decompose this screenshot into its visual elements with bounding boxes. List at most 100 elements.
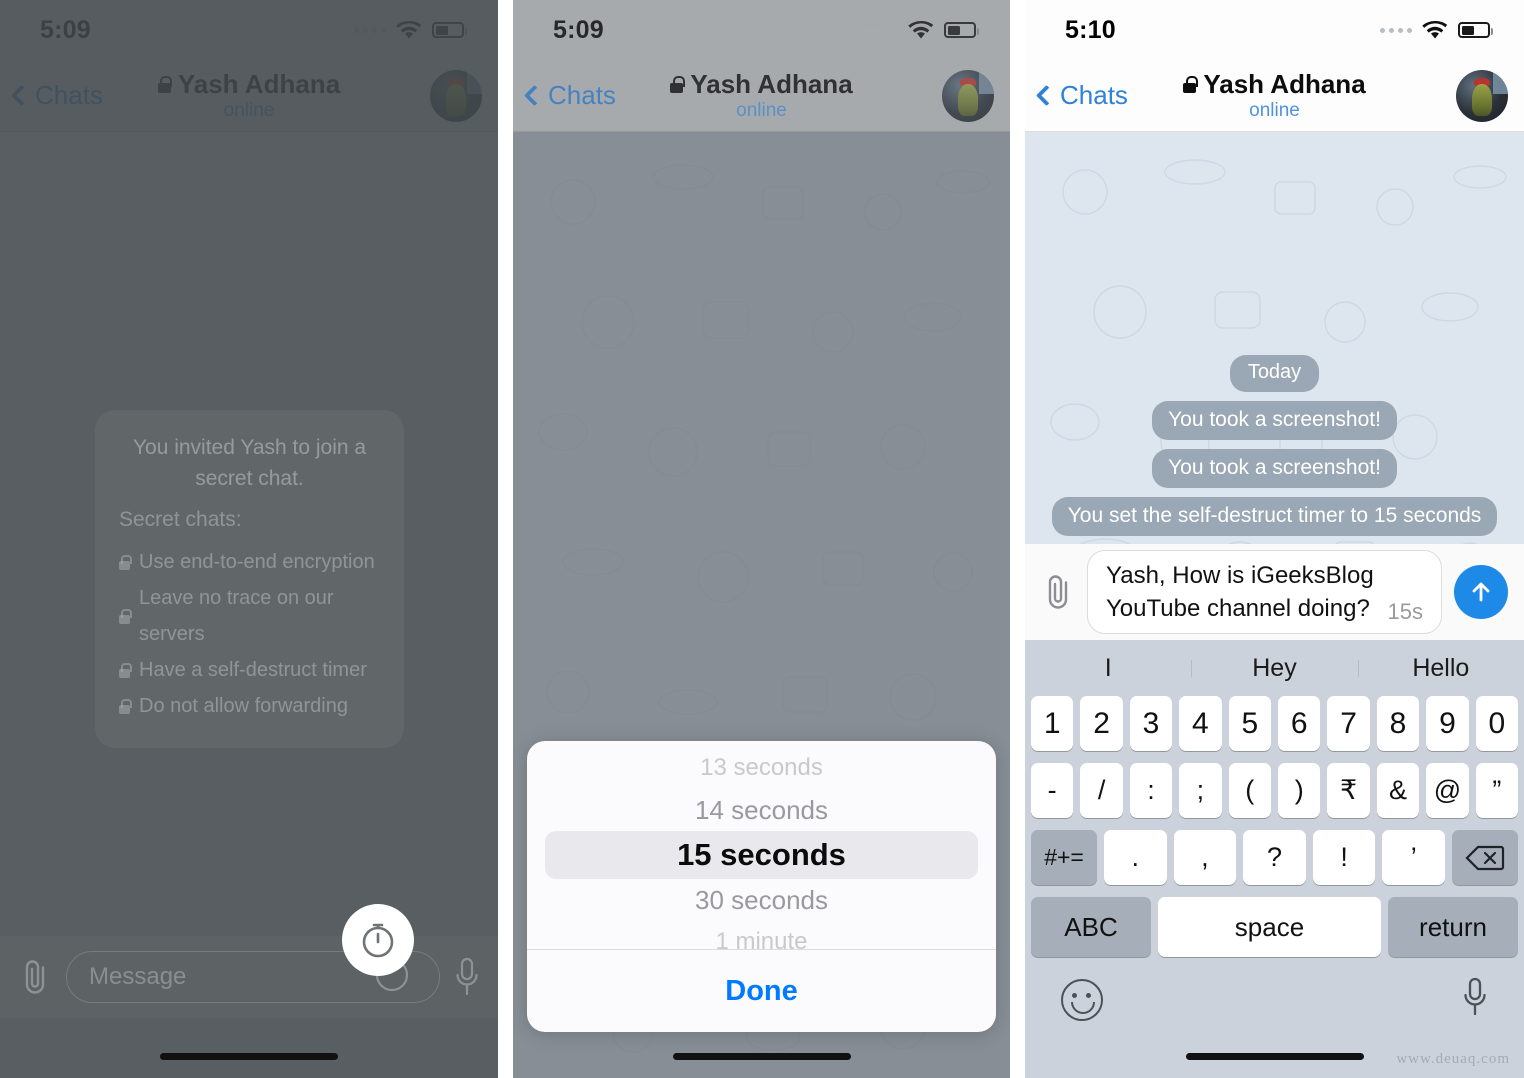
key-abc[interactable]: ABC	[1031, 897, 1151, 957]
key-question[interactable]: ?	[1243, 830, 1306, 885]
self-destruct-timer-picker[interactable]: 13 seconds 14 seconds 15 seconds 30 seco…	[527, 741, 996, 1032]
key-3[interactable]: 3	[1129, 696, 1173, 751]
key-comma[interactable]: ,	[1173, 830, 1237, 885]
status-indicators	[1380, 20, 1493, 40]
status-bar: 5:10	[1025, 0, 1524, 60]
message-composer: Message	[0, 904, 498, 1018]
emoji-smiley-icon[interactable]	[1061, 978, 1103, 1021]
status-time: 5:10	[1065, 15, 1116, 44]
self-destruct-timer-button[interactable]	[342, 904, 414, 976]
lock-icon	[1183, 75, 1198, 93]
key-rupee[interactable]: ₹	[1327, 763, 1370, 818]
panel-chat-with-keyboard: 5:10 Chats Yash Adhana online Today You …	[1025, 0, 1524, 1078]
service-message: You took a screenshot!	[1152, 449, 1397, 488]
panel-timer-picker: 5:09 Chats Yash Adhana online 13 seconds…	[513, 0, 1010, 1078]
secret-chat-info-card: You invited Yash to join a secret chat. …	[95, 410, 404, 748]
key-9[interactable]: 9	[1426, 696, 1469, 751]
home-indicator	[160, 1053, 338, 1060]
paperclip-icon[interactable]	[18, 958, 52, 996]
key-8[interactable]: 8	[1376, 696, 1420, 751]
key-hyphen[interactable]: -	[1030, 763, 1074, 818]
lock-icon	[119, 608, 132, 624]
keyboard-row-symbols: - / : ; ( ) ₹ & @ ”	[1025, 763, 1524, 818]
lock-icon	[119, 662, 132, 678]
on-screen-keyboard: I Hey Hello 1 2 3 4 5 6 7 8 9 0 - / : ;	[1025, 640, 1524, 1078]
picker-option-selected[interactable]: 15 seconds	[545, 831, 978, 879]
wifi-icon	[1422, 20, 1448, 40]
picker-wheel[interactable]: 13 seconds 14 seconds 15 seconds 30 seco…	[527, 741, 996, 949]
nav-bar: Chats Yash Adhana online	[1025, 60, 1524, 132]
back-to-chats-button[interactable]: Chats	[1035, 80, 1128, 111]
secret-feature-label: Leave no trace on our servers	[139, 587, 334, 645]
keyboard-row-bottom: ABC space return	[1025, 897, 1524, 957]
date-separator: Today	[1229, 355, 1320, 392]
key-at[interactable]: @	[1426, 763, 1469, 818]
key-5[interactable]: 5	[1228, 696, 1271, 751]
secret-feature-item: Have a self-destruct timer	[119, 652, 380, 688]
message-input[interactable]: Yash, How is iGeeksBlog YouTube channel …	[1087, 550, 1442, 634]
self-destruct-timer-badge[interactable]: 15s	[1388, 599, 1423, 625]
backspace-icon[interactable]	[1451, 830, 1518, 885]
keyboard-row-numbers: 1 2 3 4 5 6 7 8 9 0	[1025, 696, 1524, 751]
key-6[interactable]: 6	[1278, 696, 1321, 751]
avatar[interactable]	[1456, 69, 1508, 122]
chevron-left-icon	[1035, 84, 1058, 107]
keyboard-row-punctuation: #+= . , ? ! ’	[1025, 830, 1524, 885]
key-paren-open[interactable]: (	[1228, 763, 1271, 818]
paperclip-icon[interactable]	[1041, 573, 1075, 611]
secret-card-subheading: Secret chats:	[119, 508, 242, 531]
suggestion-bar: I Hey Hello	[1025, 640, 1524, 696]
secret-card-heading: You invited Yash to join a secret chat.	[132, 436, 367, 490]
battery-icon	[1458, 22, 1493, 38]
message-input-value: Yash, How is iGeeksBlog YouTube channel …	[1106, 559, 1378, 625]
key-2[interactable]: 2	[1080, 696, 1123, 751]
key-7[interactable]: 7	[1327, 696, 1370, 751]
keyboard-bottom-bar	[1025, 957, 1524, 1022]
message-list: Today You took a screenshot! You took a …	[1025, 132, 1524, 544]
secret-feature-item: Use end-to-end encryption	[119, 544, 380, 580]
home-indicator	[1185, 1053, 1364, 1060]
key-ampersand[interactable]: &	[1376, 763, 1420, 818]
key-symbols-toggle[interactable]: #+=	[1031, 830, 1098, 885]
service-message: You set the self-destruct timer to 15 se…	[1051, 497, 1498, 536]
key-period[interactable]: .	[1104, 830, 1167, 885]
key-space[interactable]: space	[1158, 897, 1381, 957]
key-colon[interactable]: :	[1129, 763, 1173, 818]
key-exclamation[interactable]: !	[1312, 830, 1376, 885]
secret-feature-label: Use end-to-end encryption	[139, 551, 375, 573]
message-line-2: YouTube channel doing?	[1106, 595, 1370, 622]
picker-option[interactable]: 13 seconds	[527, 747, 996, 789]
key-4[interactable]: 4	[1179, 696, 1222, 751]
key-slash[interactable]: /	[1080, 763, 1123, 818]
secret-feature-label: Have a self-destruct timer	[139, 659, 367, 681]
secret-feature-item: Do not allow forwarding	[119, 688, 380, 724]
key-0[interactable]: 0	[1475, 696, 1519, 751]
secret-feature-item: Leave no trace on our servers	[119, 580, 380, 652]
contact-name: Yash Adhana	[1203, 69, 1366, 99]
key-apostrophe[interactable]: ’	[1382, 830, 1445, 885]
three-panel-screenshot: 5: 09 Chats Yash Adhana online	[0, 0, 1524, 1078]
picker-option[interactable]: 1 minute	[527, 921, 996, 949]
send-arrow-up-icon	[1472, 582, 1490, 602]
watermark: www.deuaq.com	[1396, 1051, 1510, 1067]
suggestion-item[interactable]: Hey	[1191, 654, 1357, 683]
lock-icon	[119, 554, 132, 570]
message-line-1: Yash, How is iGeeksBlog	[1106, 562, 1374, 589]
picker-option[interactable]: 30 seconds	[527, 879, 996, 921]
signal-dots-icon	[1380, 27, 1412, 33]
key-1[interactable]: 1	[1030, 696, 1074, 751]
microphone-icon[interactable]	[1462, 977, 1488, 1022]
key-return[interactable]: return	[1388, 897, 1518, 957]
key-semicolon[interactable]: ;	[1179, 763, 1222, 818]
send-button[interactable]	[1454, 565, 1508, 619]
back-label: Chats	[1060, 80, 1128, 110]
suggestion-item[interactable]: Hello	[1357, 654, 1524, 683]
key-quote[interactable]: ”	[1475, 763, 1519, 818]
suggestion-item[interactable]: I	[1025, 654, 1191, 683]
picker-option[interactable]: 14 seconds	[527, 789, 996, 831]
done-button[interactable]: Done	[527, 950, 996, 1032]
secret-feature-label: Do not allow forwarding	[139, 695, 348, 717]
message-placeholder: Message	[89, 963, 187, 990]
microphone-icon[interactable]	[454, 957, 480, 997]
key-paren-close[interactable]: )	[1278, 763, 1321, 818]
